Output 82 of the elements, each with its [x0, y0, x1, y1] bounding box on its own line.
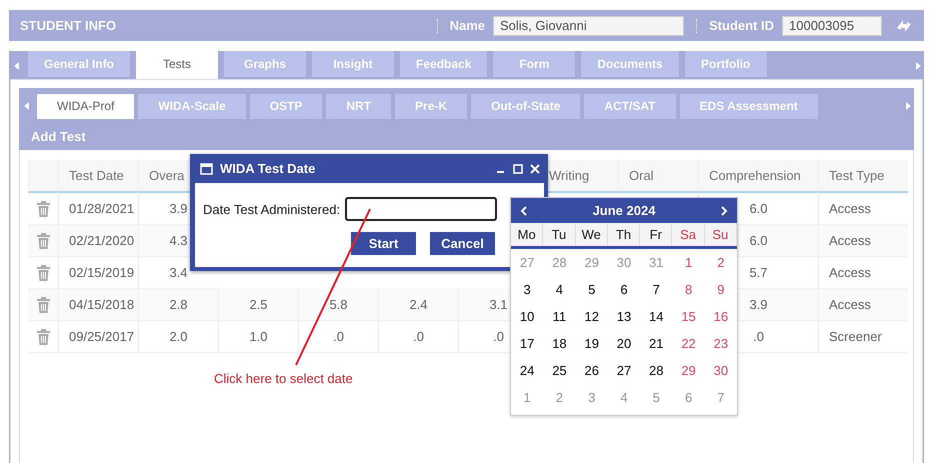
- table-cell: Access: [818, 289, 908, 321]
- calendar-day[interactable]: 29: [584, 255, 599, 270]
- calendar-day[interactable]: 5: [652, 390, 660, 405]
- calendar-day[interactable]: 19: [584, 336, 599, 351]
- table-cell: 2.0: [138, 321, 218, 353]
- calendar-day[interactable]: 6: [684, 390, 692, 405]
- add-test-link[interactable]: Add Test: [31, 128, 86, 144]
- calendar-day[interactable]: 2: [717, 255, 724, 270]
- table-cell: 09/25/2017: [58, 321, 138, 353]
- weekday-label: Th: [608, 223, 640, 246]
- calendar-day[interactable]: 25: [552, 363, 567, 378]
- calendar-day[interactable]: 26: [584, 363, 599, 378]
- tab[interactable]: WIDA-Prof: [37, 94, 134, 119]
- calendar-day[interactable]: 24: [520, 363, 534, 378]
- column-header: Comprehension: [698, 160, 818, 193]
- calendar-day[interactable]: 3: [588, 390, 596, 405]
- month-title: June 2024: [592, 203, 656, 218]
- weekday-label: Tu: [543, 223, 576, 246]
- table-cell: 1.0: [218, 321, 298, 353]
- student-id-field[interactable]: 100003095: [782, 16, 882, 36]
- table-cell: 02/21/2020: [58, 225, 138, 257]
- calendar-day[interactable]: 7: [717, 390, 724, 405]
- table-cell: 01/28/2021: [58, 193, 138, 225]
- calendar-day[interactable]: 1: [524, 390, 531, 405]
- calendar-day[interactable]: 21: [649, 336, 664, 351]
- table-cell: 04/15/2018: [58, 289, 138, 321]
- calendar-day[interactable]: 4: [556, 282, 564, 297]
- name-field[interactable]: Solis, Giovanni: [493, 16, 684, 36]
- table-cell: 2.5: [218, 289, 298, 321]
- calendar-day[interactable]: 4: [620, 390, 628, 405]
- table-cell: 02/15/2019: [58, 257, 138, 289]
- calendar-day[interactable]: 11: [552, 309, 566, 324]
- calendar-day[interactable]: 13: [616, 309, 632, 324]
- cancel-button[interactable]: Cancel: [430, 232, 495, 255]
- calendar-day[interactable]: 7: [652, 282, 660, 297]
- page-title: STUDENT INFO: [20, 18, 118, 33]
- tab[interactable]: Tests: [136, 51, 218, 79]
- calendar-day[interactable]: 18: [552, 336, 567, 351]
- calendar-day[interactable]: 14: [649, 309, 664, 324]
- weekday-label: Sa: [672, 223, 705, 246]
- calendar-day[interactable]: 28: [649, 363, 664, 378]
- calendar-day[interactable]: 2: [556, 390, 564, 405]
- calendar-day[interactable]: 22: [681, 336, 696, 351]
- weekday-label: Mo: [511, 223, 544, 246]
- calendar-day[interactable]: 28: [552, 255, 567, 270]
- calendar-day[interactable]: 8: [684, 282, 692, 297]
- weekday-label: We: [576, 223, 608, 246]
- dialog-title: WIDA Test Date: [220, 161, 316, 176]
- calendar-day[interactable]: 30: [714, 363, 728, 378]
- calendar-day[interactable]: 27: [520, 255, 534, 270]
- calendar-day[interactable]: 17: [520, 336, 534, 351]
- calendar-day[interactable]: 30: [616, 255, 632, 270]
- table-cell: Access: [818, 257, 908, 289]
- annotation-text: Click here to select date: [214, 371, 353, 386]
- calendar-day[interactable]: 5: [588, 282, 596, 297]
- table-cell: 5.8: [298, 289, 378, 321]
- student-id-label: Student ID: [709, 18, 774, 33]
- calendar-day[interactable]: 1: [684, 255, 692, 270]
- calendar-day[interactable]: 6: [620, 282, 628, 297]
- column-header: Test Date: [58, 160, 138, 193]
- column-header: Oral: [618, 160, 698, 193]
- calendar-day[interactable]: 27: [616, 363, 632, 378]
- calendar-day[interactable]: 31: [649, 255, 664, 270]
- name-label: Name: [450, 18, 485, 33]
- table-cell: .0: [378, 321, 458, 353]
- calendar-day[interactable]: 15: [681, 309, 696, 324]
- calendar-day[interactable]: 29: [681, 363, 696, 378]
- column-header: Test Type: [818, 160, 908, 193]
- start-button[interactable]: Start: [351, 232, 416, 255]
- calendar-day[interactable]: 23: [714, 336, 728, 351]
- table-cell: Access: [818, 225, 908, 257]
- calendar-day[interactable]: 20: [616, 336, 632, 351]
- weekday-label: Fr: [640, 223, 672, 246]
- table-cell: Screener: [818, 321, 908, 353]
- calendar-day[interactable]: 12: [584, 309, 599, 324]
- calendar-day[interactable]: 10: [520, 309, 534, 324]
- weekday-label: Su: [704, 223, 737, 246]
- table-cell: Access: [818, 193, 908, 225]
- table-cell: 2.8: [138, 289, 218, 321]
- table-cell: 2.4: [378, 289, 458, 321]
- table-cell: .0: [298, 321, 378, 353]
- calendar-day[interactable]: 16: [714, 309, 728, 324]
